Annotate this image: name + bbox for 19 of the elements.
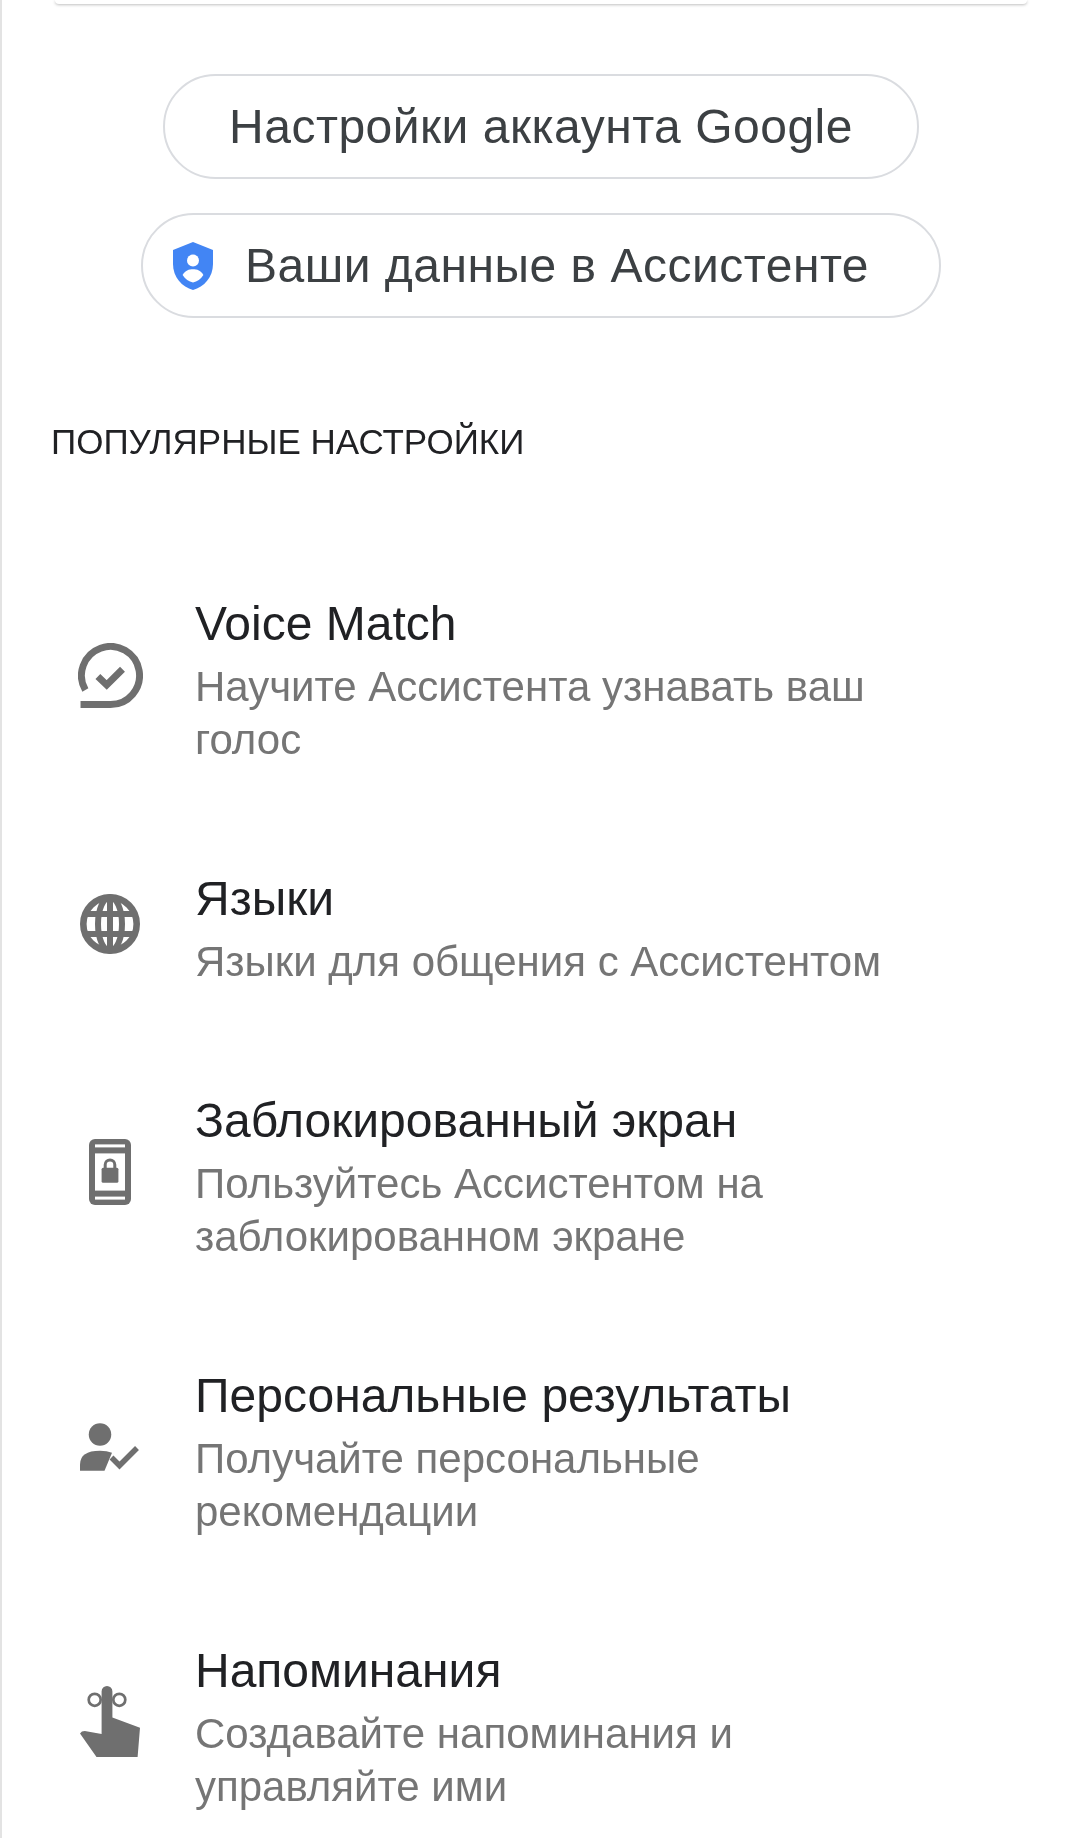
section-heading: ПОПУЛЯРНЫЕ НАСТРОЙКИ	[51, 421, 526, 463]
pill-button[interactable]: Ваши данные в Ассистенте	[140, 213, 942, 318]
setting-description: Получайте персональные рекомендации	[195, 1434, 701, 1537]
setting-title: Voice Match	[195, 596, 457, 652]
setting-title: Заблокированный экран	[195, 1093, 738, 1149]
setting-description: Языки для общения с Ассистентом	[195, 937, 882, 987]
setting-description: Научите Ассистента узнавать ваш голос	[195, 662, 866, 765]
phone-lock-icon	[89, 1139, 131, 1205]
person-check-icon	[80, 1422, 140, 1472]
setting-title: Напоминания	[195, 1643, 502, 1699]
pill-button[interactable]: Настройки аккаунта Google	[163, 74, 919, 179]
setting-description: Создавайте напоминания и управляйте ими	[195, 1709, 734, 1812]
setting-description: Пользуйтесь Ассистентом на заблокированном экране	[195, 1159, 764, 1262]
finger-ribbon-icon	[80, 1686, 140, 1758]
setting-title: Языки	[195, 871, 334, 927]
shield-person-icon	[172, 241, 213, 290]
setting-title: Персональные результаты	[195, 1368, 791, 1424]
globe-icon	[80, 893, 140, 954]
check-bubble-icon	[77, 642, 143, 708]
